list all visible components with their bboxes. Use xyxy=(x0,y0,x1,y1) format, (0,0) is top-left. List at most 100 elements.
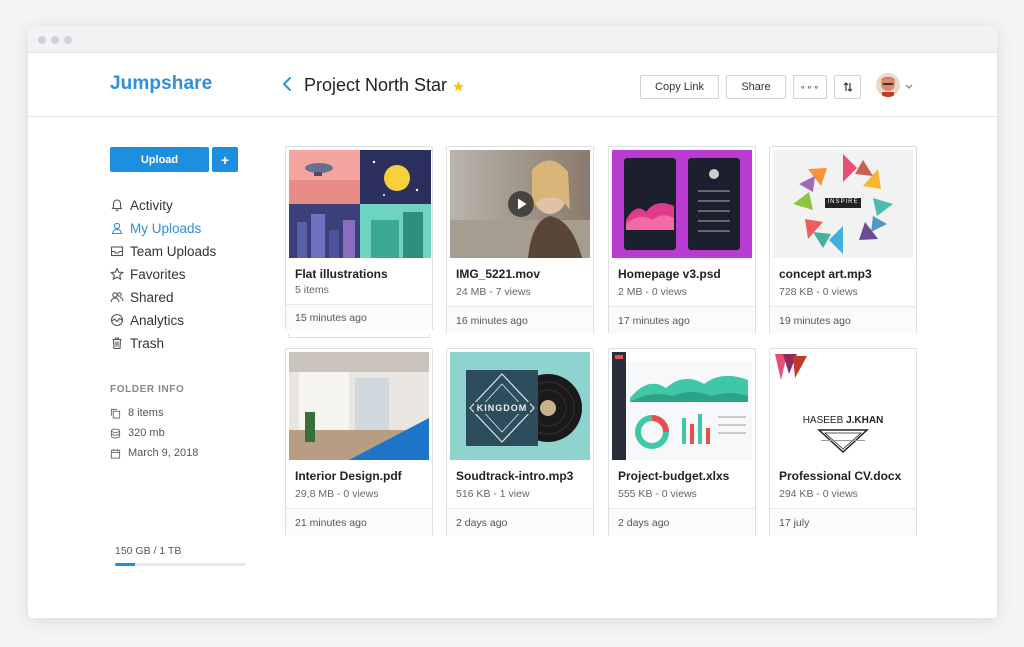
sort-button[interactable] xyxy=(834,75,861,99)
calendar-icon xyxy=(110,448,121,459)
folder-date-text: March 9, 2018 xyxy=(128,447,199,459)
user-avatar[interactable] xyxy=(876,73,900,97)
add-button[interactable]: + xyxy=(212,147,238,172)
file-card-concept-art[interactable]: INSPIRE concept art.mp3 728 KB - 0 views… xyxy=(769,146,917,334)
folder-date: March 9, 2018 xyxy=(110,445,198,461)
file-card-img-5221[interactable]: IMG_5221.mov 24 MB - 7 views 16 minutes … xyxy=(446,146,594,334)
chevron-down-icon[interactable] xyxy=(904,83,914,91)
cv-document-image xyxy=(773,352,913,460)
file-timestamp: 15 minutes ago xyxy=(286,304,432,330)
folder-size: 320 mb xyxy=(110,425,165,441)
favorite-star-icon[interactable] xyxy=(452,80,465,93)
file-name: Soudtrack-intro.mp3 xyxy=(456,469,574,483)
folder-info-heading: FOLDER INFO xyxy=(110,384,185,395)
database-icon xyxy=(110,428,121,438)
file-meta: 29,8 MB - 0 views xyxy=(295,488,379,500)
sidebar-item-label: My Uploads xyxy=(130,220,202,236)
copy-link-button[interactable]: Copy Link xyxy=(640,75,719,99)
file-meta: 2 MB - 0 views xyxy=(618,286,687,298)
file-timestamp: 21 minutes ago xyxy=(286,508,432,536)
illustration-collage-image xyxy=(289,150,431,258)
file-thumbnail xyxy=(289,150,431,258)
file-timestamp: 17 july xyxy=(770,508,916,536)
play-icon[interactable] xyxy=(508,191,534,217)
users-icon xyxy=(110,292,124,303)
storage-bar-fill xyxy=(115,563,135,566)
file-meta: 555 KB - 0 views xyxy=(618,488,697,500)
avatar-image xyxy=(876,73,900,97)
sidebar-item-my-uploads[interactable]: My Uploads xyxy=(110,218,201,238)
file-thumbnail xyxy=(612,150,752,258)
file-thumbnail: HASEEB J.KHAN xyxy=(773,352,913,460)
sidebar-item-label: Favorites xyxy=(130,266,186,282)
file-thumbnail: KINGDOM xyxy=(450,352,590,460)
app-mockup-image xyxy=(612,150,752,258)
file-timestamp: 2 days ago xyxy=(609,508,755,536)
file-card-homepage-psd[interactable]: Homepage v3.psd 2 MB - 0 views 17 minute… xyxy=(608,146,756,334)
dashboard-screenshot-image xyxy=(612,352,752,460)
more-options-button[interactable]: ∘∘∘ xyxy=(793,75,827,99)
file-card-soundtrack-intro[interactable]: KINGDOM Soudtrack-intro.mp3 516 KB - 1 v… xyxy=(446,348,594,536)
sidebar-item-label: Team Uploads xyxy=(130,243,217,259)
interior-photo-image xyxy=(289,352,429,460)
upload-button[interactable]: Upload xyxy=(110,147,209,172)
file-timestamp: 19 minutes ago xyxy=(770,306,916,334)
file-name: Interior Design.pdf xyxy=(295,469,402,483)
file-meta: 294 KB - 0 views xyxy=(779,488,858,500)
bell-icon xyxy=(111,199,123,212)
copy-icon xyxy=(110,408,121,419)
trash-icon xyxy=(112,337,122,350)
cv-name-text: HASEEB J.KHAN xyxy=(773,415,913,426)
file-name: Project-budget.xlxs xyxy=(618,469,730,483)
file-card-project-budget[interactable]: Project-budget.xlxs 555 KB - 0 views 2 d… xyxy=(608,348,756,536)
file-meta: 728 KB - 0 views xyxy=(779,286,858,298)
sidebar-item-shared[interactable]: Shared xyxy=(110,287,174,307)
album-art-text: KINGDOM xyxy=(476,403,528,413)
sidebar-item-trash[interactable]: Trash xyxy=(110,333,164,353)
analytics-icon xyxy=(110,313,124,327)
user-icon xyxy=(111,222,123,235)
folder-item-count-text: 8 items xyxy=(128,407,164,419)
cv-first-name: HASEEB xyxy=(802,415,844,426)
file-timestamp: 2 days ago xyxy=(447,508,593,536)
file-name: Flat illustrations xyxy=(295,267,388,281)
sidebar-item-favorites[interactable]: Favorites xyxy=(110,264,186,284)
folder-item-count: 8 items xyxy=(110,405,163,421)
file-thumbnail xyxy=(450,150,590,258)
file-thumbnail xyxy=(612,352,752,460)
file-name: Homepage v3.psd xyxy=(618,267,721,281)
file-meta: 5 items xyxy=(295,284,329,296)
storage-usage-label: 150 GB / 1 TB xyxy=(115,545,182,557)
file-thumbnail: INSPIRE xyxy=(773,150,913,258)
sidebar-item-team-uploads[interactable]: Team Uploads xyxy=(110,241,216,261)
inbox-icon xyxy=(110,246,124,257)
file-meta: 24 MB - 7 views xyxy=(456,286,531,298)
sidebar-item-activity[interactable]: Activity xyxy=(110,195,173,215)
cv-last-name: J.KHAN xyxy=(846,415,884,426)
folder-stack-edge xyxy=(288,334,430,338)
page-title: Project North Star xyxy=(304,75,448,95)
folder-size-text: 320 mb xyxy=(128,427,165,439)
back-chevron-icon[interactable] xyxy=(280,73,294,95)
file-card-professional-cv[interactable]: HASEEB J.KHAN Professional CV.docx 294 K… xyxy=(769,348,917,536)
star-icon xyxy=(110,267,124,281)
sidebar-item-label: Analytics xyxy=(130,312,185,328)
album-art-text: INSPIRE xyxy=(827,199,859,205)
file-timestamp: 17 minutes ago xyxy=(609,306,755,334)
storage-bar xyxy=(115,563,246,566)
file-thumbnail xyxy=(289,352,429,460)
file-card-interior-design[interactable]: Interior Design.pdf 29,8 MB - 0 views 21… xyxy=(285,348,433,536)
file-card-flat-illustrations[interactable]: Flat illustrations 5 items 15 minutes ag… xyxy=(285,146,433,330)
sidebar-item-label: Trash xyxy=(130,335,165,351)
file-timestamp: 16 minutes ago xyxy=(447,306,593,334)
sort-arrows-icon xyxy=(843,82,852,92)
file-name: Professional CV.docx xyxy=(779,469,902,483)
file-name: IMG_5221.mov xyxy=(456,267,541,281)
jumpshare-logo[interactable]: Jumpshare xyxy=(110,73,212,95)
share-button[interactable]: Share xyxy=(726,75,786,99)
sidebar-item-analytics[interactable]: Analytics xyxy=(110,310,184,330)
file-name: concept art.mp3 xyxy=(779,267,872,281)
sidebar-item-label: Shared xyxy=(130,289,174,305)
sidebar-item-label: Activity xyxy=(130,197,173,213)
file-meta: 516 KB - 1 view xyxy=(456,488,530,500)
